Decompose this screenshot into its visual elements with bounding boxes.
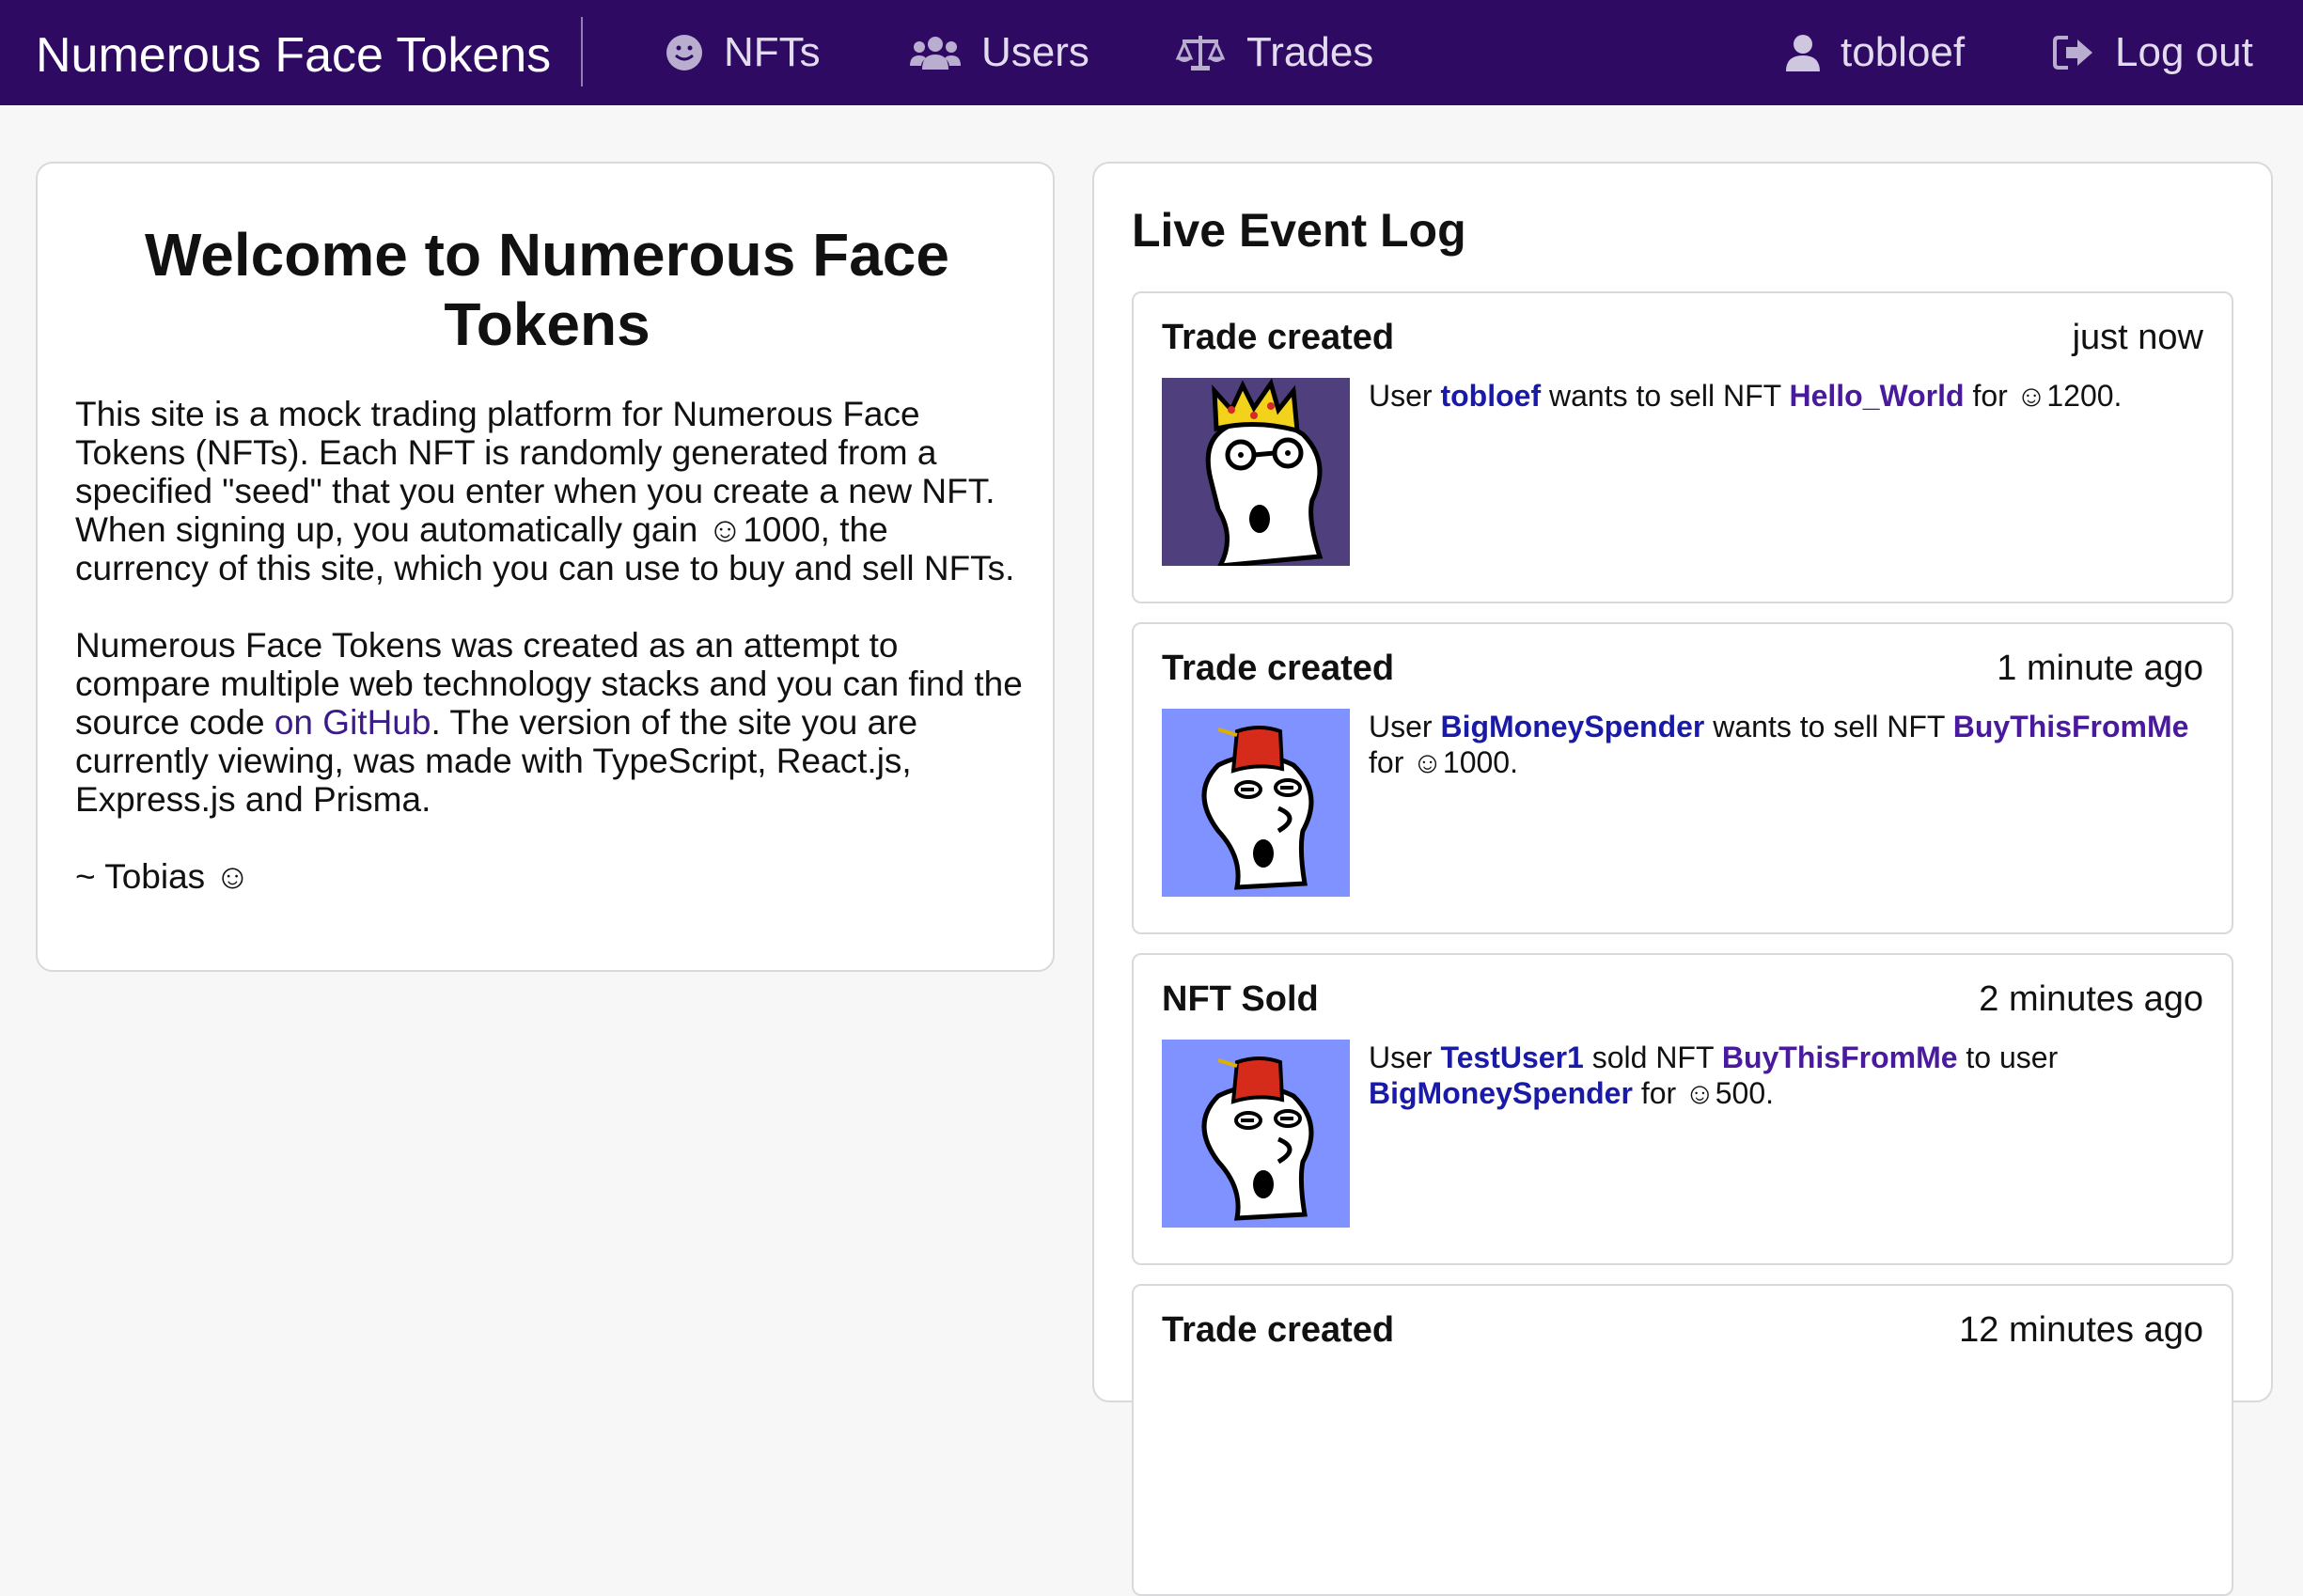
nft-image[interactable]: [1162, 709, 1350, 897]
event-description: User tobloef wants to sell NFT Hello_Wor…: [1369, 378, 2205, 414]
event-item: Trade created 12 minutes ago: [1132, 1284, 2233, 1596]
event-time: 12 minutes ago: [1959, 1310, 2203, 1350]
event-text-part: sold NFT: [1583, 1041, 1722, 1074]
event-log-title: Live Event Log: [1132, 204, 1466, 257]
event-text-part: for ☺1000.: [1369, 745, 1518, 779]
user-link[interactable]: BigMoneySpender: [1440, 710, 1704, 743]
event-text-part: wants to sell NFT: [1541, 379, 1790, 413]
nft-image[interactable]: [1162, 378, 1350, 566]
top-navbar: Numerous Face Tokens NFTs Users Trades t…: [0, 0, 2303, 105]
event-text-part: wants to sell NFT: [1704, 710, 1953, 743]
github-link[interactable]: on GitHub: [274, 703, 431, 742]
nav-users-label: Users: [981, 29, 1089, 75]
event-type: Trade created: [1162, 1310, 1395, 1350]
event-description: User BigMoneySpender wants to sell NFT B…: [1369, 709, 2205, 780]
event-description: User TestUser1 sold NFT BuyThisFromMe to…: [1369, 1040, 2205, 1111]
user-link[interactable]: TestUser1: [1440, 1041, 1583, 1074]
event-item: NFT Sold 2 minutes ago User TestUser1 so…: [1132, 953, 2233, 1265]
event-item: Trade created just now User tobloef want…: [1132, 291, 2233, 603]
user-icon: [1786, 35, 1820, 71]
event-text-part: User: [1369, 379, 1441, 413]
navbar-divider: [581, 17, 583, 86]
users-icon: [910, 37, 961, 70]
welcome-card: Welcome to Numerous Face Tokens This sit…: [36, 162, 1055, 972]
nav-users[interactable]: Users: [910, 0, 1089, 105]
user-link[interactable]: tobloef: [1440, 379, 1541, 413]
live-event-log-card: Live Event Log Trade created just now Us…: [1092, 162, 2273, 1596]
event-text-part: User: [1369, 710, 1441, 743]
logout-label: Log out: [2115, 29, 2253, 75]
event-time: 2 minutes ago: [1979, 979, 2203, 1019]
nav-nfts[interactable]: NFTs: [666, 0, 821, 105]
event-text-part: to user: [1957, 1041, 2059, 1074]
welcome-paragraph-source: Numerous Face Tokens was created as an a…: [75, 626, 1025, 819]
smiley-icon: [666, 35, 702, 70]
event-text-part: for ☺1200.: [1964, 379, 2123, 413]
nft-link[interactable]: BuyThisFromMe: [1953, 710, 2189, 743]
welcome-title: Welcome to Numerous Face Tokens: [145, 221, 949, 358]
welcome-paragraph-intro: This site is a mock trading platform for…: [75, 395, 1015, 587]
logout-button[interactable]: Log out: [2053, 0, 2253, 105]
event-type: NFT Sold: [1162, 979, 1319, 1019]
nav-nfts-label: NFTs: [724, 29, 821, 75]
nft-link[interactable]: Hello_World: [1789, 379, 1964, 413]
event-time: just now: [2072, 318, 2203, 357]
event-type: Trade created: [1162, 649, 1395, 688]
nft-image[interactable]: [1162, 1040, 1350, 1228]
scale-icon: [1175, 36, 1226, 70]
logout-icon: [2053, 36, 2092, 70]
brand-title[interactable]: Numerous Face Tokens: [36, 0, 551, 105]
nav-user-profile[interactable]: tobloef: [1786, 0, 1965, 105]
buyer-user-link[interactable]: BigMoneySpender: [1369, 1076, 1633, 1110]
event-time: 1 minute ago: [1997, 649, 2203, 688]
welcome-body: This site is a mock trading platform for…: [75, 395, 1025, 934]
welcome-signature: ~ Tobias ☺: [75, 857, 251, 896]
event-text-part: for ☺500.: [1632, 1076, 1774, 1110]
nav-trades[interactable]: Trades: [1175, 0, 1373, 105]
nft-link[interactable]: BuyThisFromMe: [1722, 1041, 1958, 1074]
nav-trades-label: Trades: [1246, 29, 1374, 75]
event-text-part: User: [1369, 1041, 1441, 1074]
event-item: Trade created 1 minute ago User BigMoney…: [1132, 622, 2233, 934]
event-type: Trade created: [1162, 318, 1395, 357]
nav-username: tobloef: [1841, 29, 1966, 75]
